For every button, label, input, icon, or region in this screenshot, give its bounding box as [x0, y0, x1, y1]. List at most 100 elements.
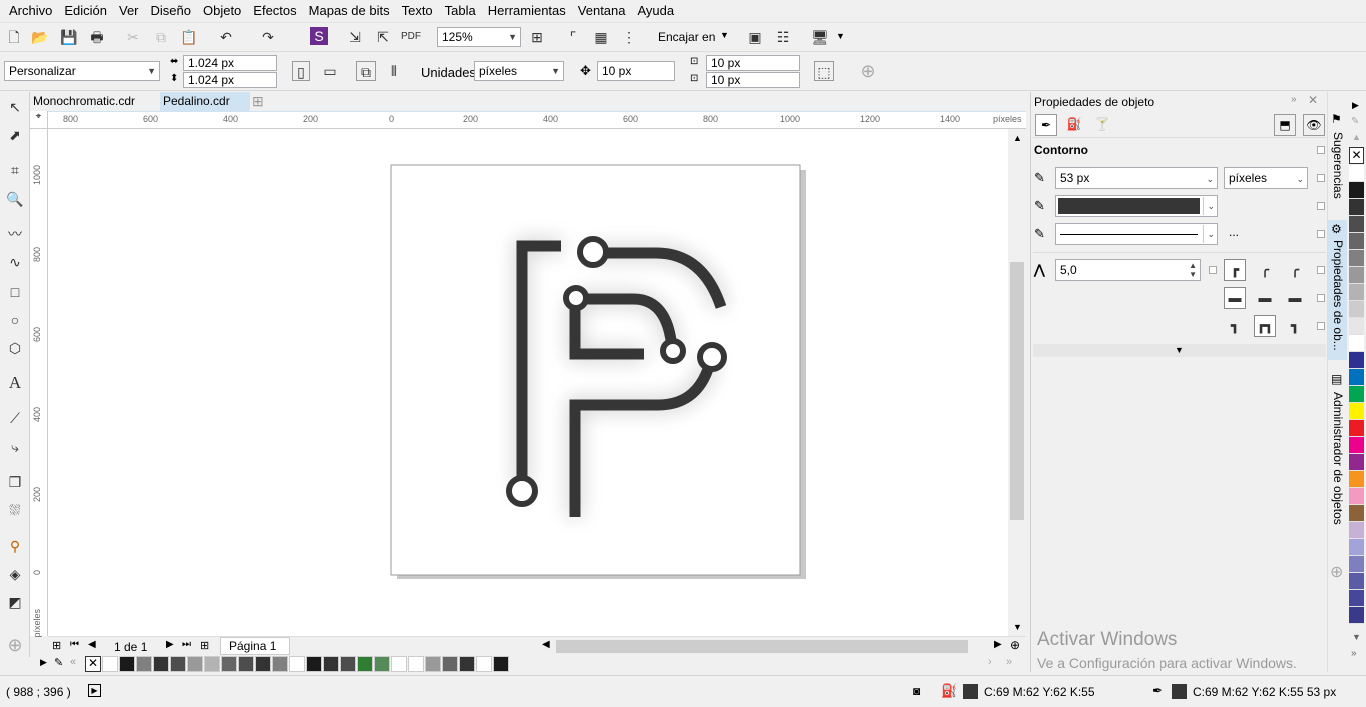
zoom-tool-icon[interactable]: 🔍	[5, 189, 25, 209]
parallel-dimension-icon[interactable]: ⟋	[5, 408, 25, 428]
duplicate-distance-y-field[interactable]: 10 px	[706, 72, 800, 88]
document-color-swatch[interactable]	[102, 656, 118, 672]
menu-item-tabla[interactable]: Tabla	[439, 0, 482, 22]
color-swatch[interactable]	[1349, 471, 1364, 488]
color-swatch[interactable]	[1349, 488, 1364, 505]
tab-pedalino[interactable]: Pedalino.cdr	[160, 92, 250, 111]
scroll-up-icon[interactable]: ▲	[1013, 133, 1022, 143]
add-page-icon[interactable]: ⊞	[52, 639, 61, 652]
cap-checkbox[interactable]	[1317, 294, 1325, 302]
add-docker-icon[interactable]: ⊕	[1330, 562, 1343, 582]
import-icon[interactable]: ⇲	[345, 27, 365, 47]
document-color-swatch[interactable]	[238, 656, 254, 672]
chevron-down-icon[interactable]: ▼	[836, 31, 845, 41]
previous-page-icon[interactable]: ◀	[88, 639, 96, 650]
cut-icon[interactable]: ✂	[123, 27, 143, 47]
show-guidelines-icon[interactable]: ⋮	[619, 27, 639, 47]
view-icon[interactable]: 👁	[1303, 114, 1325, 136]
menu-item-objeto[interactable]: Objeto	[197, 0, 247, 22]
color-swatch[interactable]	[1349, 505, 1364, 522]
palette-flyout-icon[interactable]: ▶	[40, 657, 47, 668]
open-icon[interactable]: 📂	[30, 27, 50, 47]
drop-shadow-icon[interactable]: ❒	[5, 472, 25, 492]
extended-cap-button[interactable]: ▬	[1284, 287, 1306, 309]
bevel-join-button[interactable]: ╭	[1284, 259, 1306, 281]
horizontal-ruler[interactable]: 800 600 400 200 0 200 400 600 800 1000 1…	[48, 111, 1026, 129]
shape-tool-icon[interactable]: ⬈	[5, 125, 25, 145]
no-color-swatch[interactable]: ✕	[1349, 147, 1364, 164]
round-join-button[interactable]: ╭	[1254, 259, 1276, 281]
scroll-end-icon[interactable]: »	[1006, 656, 1012, 668]
page-height-field[interactable]: 1.024 px	[183, 72, 277, 88]
palette-options-icon[interactable]: »	[1351, 648, 1357, 659]
first-page-icon[interactable]: ⏮	[70, 639, 79, 650]
copy-icon[interactable]: ⧉	[151, 27, 171, 47]
line-style-select[interactable]: ⌄	[1055, 223, 1218, 245]
document-color-swatch[interactable]	[391, 656, 407, 672]
document-color-swatch[interactable]	[153, 656, 169, 672]
scroll-right-icon[interactable]: ▶	[994, 639, 1002, 650]
close-icon[interactable]: ✕	[1308, 93, 1318, 107]
color-swatch[interactable]	[1349, 233, 1364, 250]
polygon-tool-icon[interactable]: ⬡	[5, 338, 25, 358]
text-tool-icon[interactable]: A	[5, 373, 25, 393]
smart-fill-icon[interactable]: ◩	[5, 592, 25, 612]
no-color-swatch[interactable]: ✕	[85, 656, 101, 672]
transparency-glass-icon[interactable]: 🍸	[1091, 114, 1113, 136]
add-tool-icon[interactable]: ⊕	[5, 635, 25, 655]
document-color-swatch[interactable]	[289, 656, 305, 672]
menu-item-mapas-de-bits[interactable]: Mapas de bits	[303, 0, 396, 22]
color-swatch[interactable]	[1349, 522, 1364, 539]
landscape-icon[interactable]: ▭	[320, 61, 340, 81]
menu-item-ventana[interactable]: Ventana	[572, 0, 632, 22]
scroll-up-icon[interactable]: ▲	[1352, 132, 1361, 142]
summary-icon[interactable]: ⬒	[1274, 114, 1296, 136]
document-color-swatch[interactable]	[493, 656, 509, 672]
color-swatch[interactable]	[1349, 318, 1364, 335]
color-swatch[interactable]	[1349, 369, 1364, 386]
tab-page-1[interactable]: Página 1	[220, 637, 290, 655]
freehand-tool-icon[interactable]: 〰	[5, 224, 25, 244]
add-tab-icon[interactable]: ⊞	[252, 93, 264, 110]
add-icon[interactable]: ⊕	[858, 61, 878, 81]
document-color-swatch[interactable]	[425, 656, 441, 672]
width-checkbox[interactable]	[1317, 174, 1325, 182]
tab-object-manager[interactable]: Administrador de objetos	[1331, 392, 1345, 525]
next-page-icon[interactable]: ▶	[166, 639, 174, 650]
color-swatch[interactable]	[1349, 590, 1364, 607]
status-flyout-icon[interactable]: ▶	[88, 684, 101, 697]
treat-as-filled-icon[interactable]: ⬚	[814, 61, 834, 81]
menu-item-ver[interactable]: Ver	[113, 0, 145, 22]
color-swatch[interactable]	[1349, 250, 1364, 267]
connector-tool-icon[interactable]: ⤷	[5, 437, 25, 457]
fill-color-chip[interactable]	[963, 684, 978, 699]
miter-join-button[interactable]: ┏	[1224, 259, 1246, 281]
color-swatch[interactable]	[1349, 216, 1364, 233]
document-color-swatch[interactable]	[459, 656, 475, 672]
scroll-left-icon[interactable]: «	[70, 656, 76, 668]
scroll-thumb[interactable]	[1010, 262, 1024, 520]
scroll-down-icon[interactable]: ▼	[1013, 622, 1022, 632]
eyedropper-icon[interactable]: ⚲	[5, 536, 25, 556]
miter-checkbox[interactable]	[1209, 266, 1217, 274]
undo-icon[interactable]: ↶	[216, 27, 236, 47]
options-icon[interactable]: ▣	[745, 27, 765, 47]
collapse-icon[interactable]: »	[1291, 94, 1297, 105]
document-color-swatch[interactable]	[272, 656, 288, 672]
color-swatch[interactable]	[1349, 607, 1364, 624]
vertical-scrollbar[interactable]: ▲ ▼	[1008, 129, 1026, 636]
color-swatch[interactable]	[1349, 386, 1364, 403]
tab-object-properties[interactable]: Propiedades de ob...	[1331, 240, 1345, 351]
color-swatch[interactable]	[1349, 335, 1364, 352]
ellipse-tool-icon[interactable]: ○	[5, 310, 25, 330]
outline-pen-icon[interactable]: ✒	[1035, 114, 1057, 136]
color-swatch[interactable]	[1349, 284, 1364, 301]
document-color-swatch[interactable]	[204, 656, 220, 672]
save-icon[interactable]: 💾	[59, 27, 79, 47]
artistic-media-icon[interactable]: ∿	[5, 252, 25, 272]
show-grid-icon[interactable]: ▦	[591, 27, 611, 47]
color-swatch[interactable]	[1349, 182, 1364, 199]
center-position-button[interactable]: ┏┓	[1254, 315, 1276, 337]
portrait-icon[interactable]: ▯	[292, 61, 310, 81]
document-color-swatch[interactable]	[221, 656, 237, 672]
